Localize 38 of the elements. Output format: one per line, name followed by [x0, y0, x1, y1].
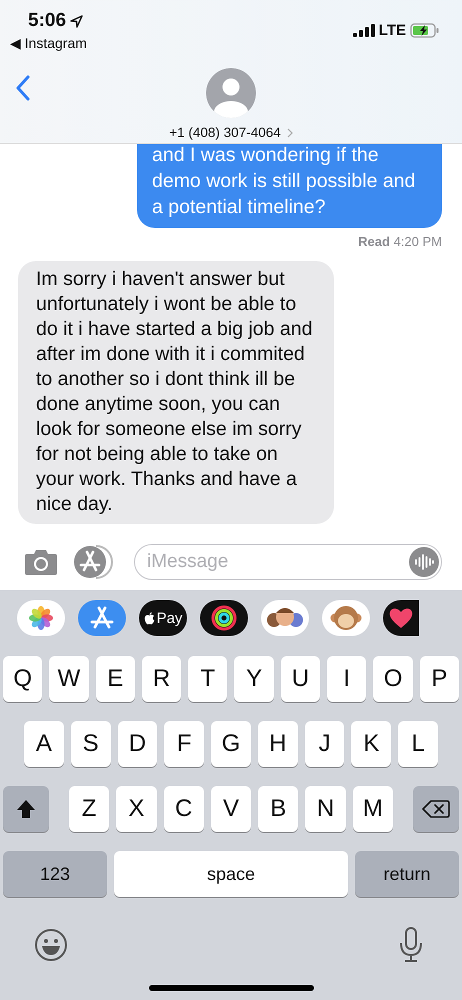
letter-key[interactable]: T — [188, 656, 228, 702]
letter-key[interactable]: J — [304, 721, 344, 767]
letter-key[interactable]: U — [280, 656, 320, 702]
letter-key[interactable]: W — [49, 656, 89, 702]
contact-number[interactable]: +1 (408) 307-4064 — [169, 125, 281, 140]
letter-key[interactable]: Z — [69, 786, 110, 832]
letter-key[interactable]: I — [327, 656, 366, 702]
letter-key[interactable]: F — [164, 721, 204, 767]
message-input-field[interactable]: iMessage — [134, 544, 442, 580]
letter-key[interactable]: V — [210, 786, 252, 832]
read-receipt: Read 4:20 PM — [357, 233, 443, 249]
letter-key[interactable]: L — [398, 721, 438, 767]
letter-key[interactable]: A — [24, 721, 64, 767]
letter-key[interactable]: X — [116, 786, 157, 832]
numbers-key[interactable]: 123 — [3, 851, 107, 897]
letter-key[interactable]: D — [118, 721, 158, 767]
network-label: LTE — [378, 22, 406, 38]
space-key[interactable]: space — [114, 851, 348, 897]
letter-key[interactable]: C — [164, 786, 204, 832]
letter-key[interactable]: P — [420, 656, 459, 702]
letter-key[interactable]: G — [211, 721, 251, 767]
letter-key[interactable]: S — [70, 721, 111, 767]
status-time: 5:06 — [28, 10, 66, 32]
letter-key[interactable]: B — [258, 786, 298, 832]
letter-key[interactable]: K — [351, 721, 392, 767]
apple-pay-button[interactable]: Pay — [139, 600, 187, 636]
back-to-app-link[interactable]: ◀ Instagram — [10, 35, 87, 52]
letter-key[interactable]: Y — [234, 656, 274, 702]
letter-key[interactable]: R — [142, 656, 182, 702]
return-key[interactable]: return — [355, 851, 459, 897]
letter-key[interactable]: M — [352, 786, 393, 832]
letter-key[interactable]: Q — [3, 656, 42, 702]
sent-message-bubble: and I was wondering if the demo work is still possible and a potential timeline? — [137, 144, 442, 228]
letter-key[interactable]: O — [373, 656, 413, 702]
letter-key[interactable]: H — [258, 721, 298, 767]
received-message-bubble: Im sorry i haven't answer but unfortunately i wont be able to do it i have started a big job and after im done with it i commited to another so i dont think ill be done anytime soon, you can look for someone else im sorry for not being able to take on your work. Thanks and have a nice day. — [18, 261, 334, 524]
letter-key[interactable]: E — [96, 656, 135, 702]
letter-key[interactable]: N — [305, 786, 346, 832]
